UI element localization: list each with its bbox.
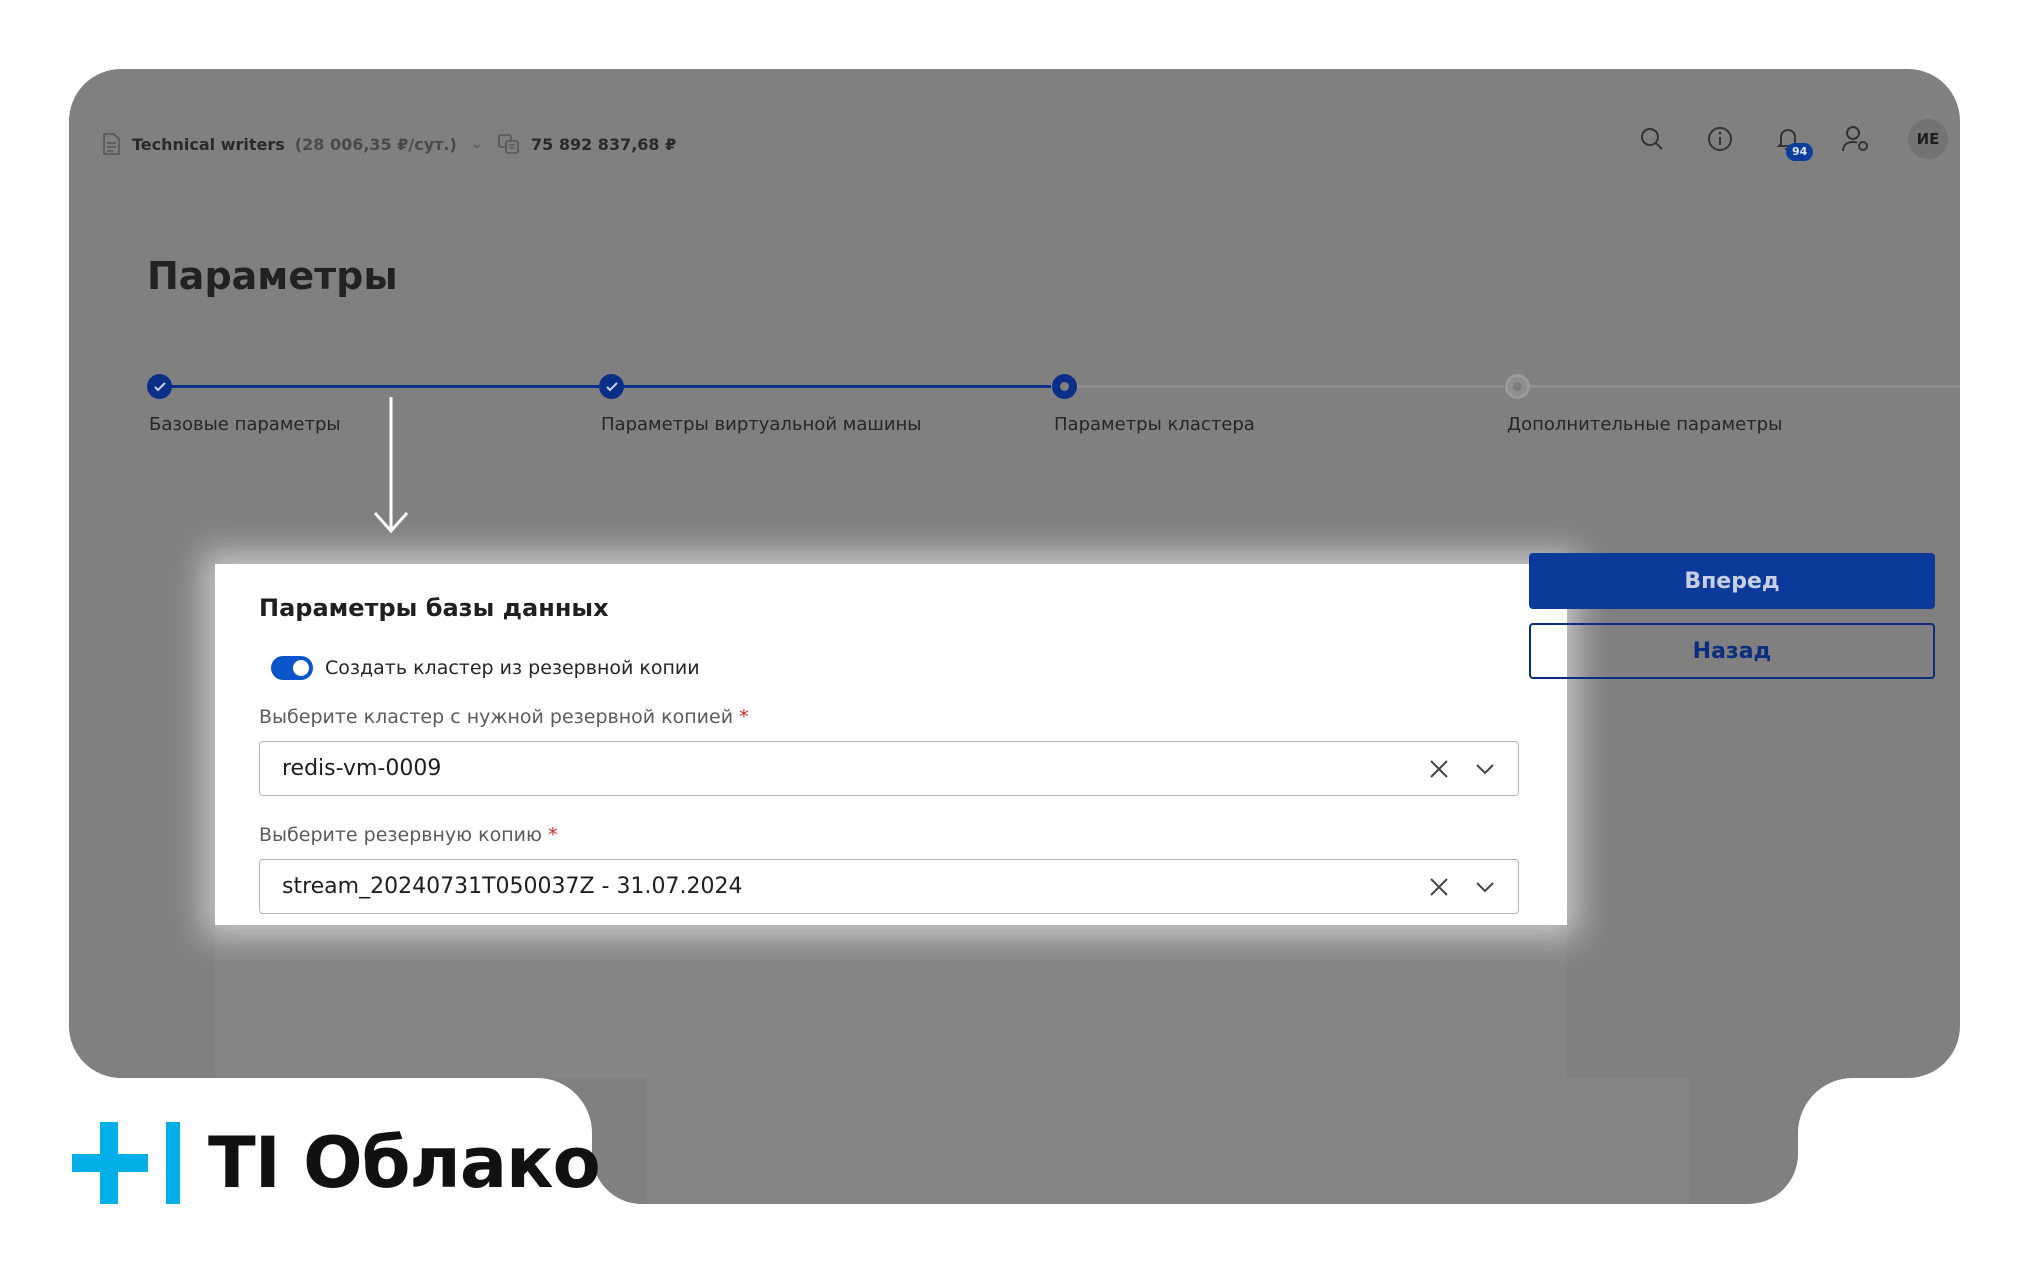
close-icon[interactable] [1428, 758, 1450, 780]
cluster-field-label: Выберите кластер с нужной резервной копи… [259, 706, 749, 728]
project-selector[interactable]: Technical writers (28 006,35 ₽/сут.) ⌄ [100, 132, 483, 156]
step-label-additional[interactable]: Дополнительные параметры [1507, 414, 1782, 435]
required-mark: * [548, 824, 558, 846]
check-icon [605, 381, 618, 391]
card-shadow-area [215, 925, 1567, 1078]
step-label-vm[interactable]: Параметры виртуальной машины [601, 414, 922, 435]
project-name: Technical writers [132, 134, 285, 154]
step-label-cluster[interactable]: Параметры кластера [1054, 414, 1255, 435]
restore-from-backup-toggle[interactable] [271, 656, 313, 680]
next-button[interactable]: Вперед [1529, 553, 1935, 609]
notifications-button[interactable]: 94 [1772, 123, 1814, 161]
brand-logo: TI Облако [72, 1122, 601, 1204]
step-1-done-icon[interactable] [147, 374, 172, 399]
database-params-card: Параметры базы данных Создать кластер из… [215, 564, 1567, 925]
balance-display[interactable]: 75 892 837,68 ₽ [497, 132, 676, 156]
close-icon[interactable] [1428, 876, 1450, 898]
cluster-label-text: Выберите кластер с нужной резервной копи… [259, 706, 734, 728]
step-connector [1074, 385, 1504, 388]
page-title: Параметры [147, 254, 398, 298]
card-title: Параметры базы данных [259, 594, 609, 622]
cluster-select-value: redis-vm-0009 [282, 756, 442, 781]
step-connector [169, 385, 599, 388]
top-bar: Technical writers (28 006,35 ₽/сут.) ⌄ 7… [69, 69, 1960, 219]
backup-label-text: Выберите резервную копию [259, 824, 543, 846]
document-icon [103, 133, 120, 155]
project-cost: (28 006,35 ₽/сут.) [294, 134, 457, 154]
user-gear-icon [1842, 126, 1868, 152]
backup-select-value: stream_20240731T050037Z - 31.07.2024 [282, 874, 743, 899]
logo-text: TI Облако [208, 1122, 601, 1204]
avatar[interactable]: ИЕ [1908, 119, 1948, 159]
logo-mark-icon [72, 1122, 180, 1204]
coins-icon [498, 134, 519, 154]
step-3-current-icon[interactable] [1052, 374, 1077, 399]
chevron-down-icon: ⌄ [470, 136, 483, 152]
annotation-arrow-icon [373, 397, 409, 534]
toggle-label: Создать кластер из резервной копии [325, 657, 700, 679]
step-2-done-icon[interactable] [599, 374, 624, 399]
backup-toggle-row[interactable]: Создать кластер из резервной копии [271, 656, 700, 680]
step-4-pending-icon[interactable] [1505, 374, 1530, 399]
progress-stepper: Базовые параметры Параметры виртуальной … [147, 374, 1960, 435]
search-button[interactable] [1636, 123, 1668, 155]
info-button[interactable] [1704, 123, 1736, 155]
step-connector [621, 385, 1051, 388]
user-settings-button[interactable] [1840, 123, 1872, 155]
notifications-badge: 94 [1786, 143, 1814, 161]
corner-notch [1798, 1078, 1853, 1133]
screenshot-bottom [592, 1078, 1798, 1204]
cluster-select[interactable]: redis-vm-0009 [259, 741, 1519, 796]
chevron-down-icon[interactable] [1474, 876, 1496, 898]
search-icon [1641, 128, 1663, 150]
balance-value: 75 892 837,68 ₽ [531, 134, 677, 154]
info-icon [1708, 127, 1732, 151]
backup-select[interactable]: stream_20240731T050037Z - 31.07.2024 [259, 859, 1519, 914]
check-icon [153, 381, 166, 391]
step-connector [1528, 385, 1960, 388]
back-button[interactable]: Назад [1529, 623, 1935, 679]
step-label-base[interactable]: Базовые параметры [149, 414, 341, 435]
chevron-down-icon[interactable] [1474, 758, 1496, 780]
required-mark: * [739, 706, 749, 728]
app-screenshot: Technical writers (28 006,35 ₽/сут.) ⌄ 7… [69, 69, 1960, 1078]
backup-field-label: Выберите резервную копию * [259, 824, 558, 846]
